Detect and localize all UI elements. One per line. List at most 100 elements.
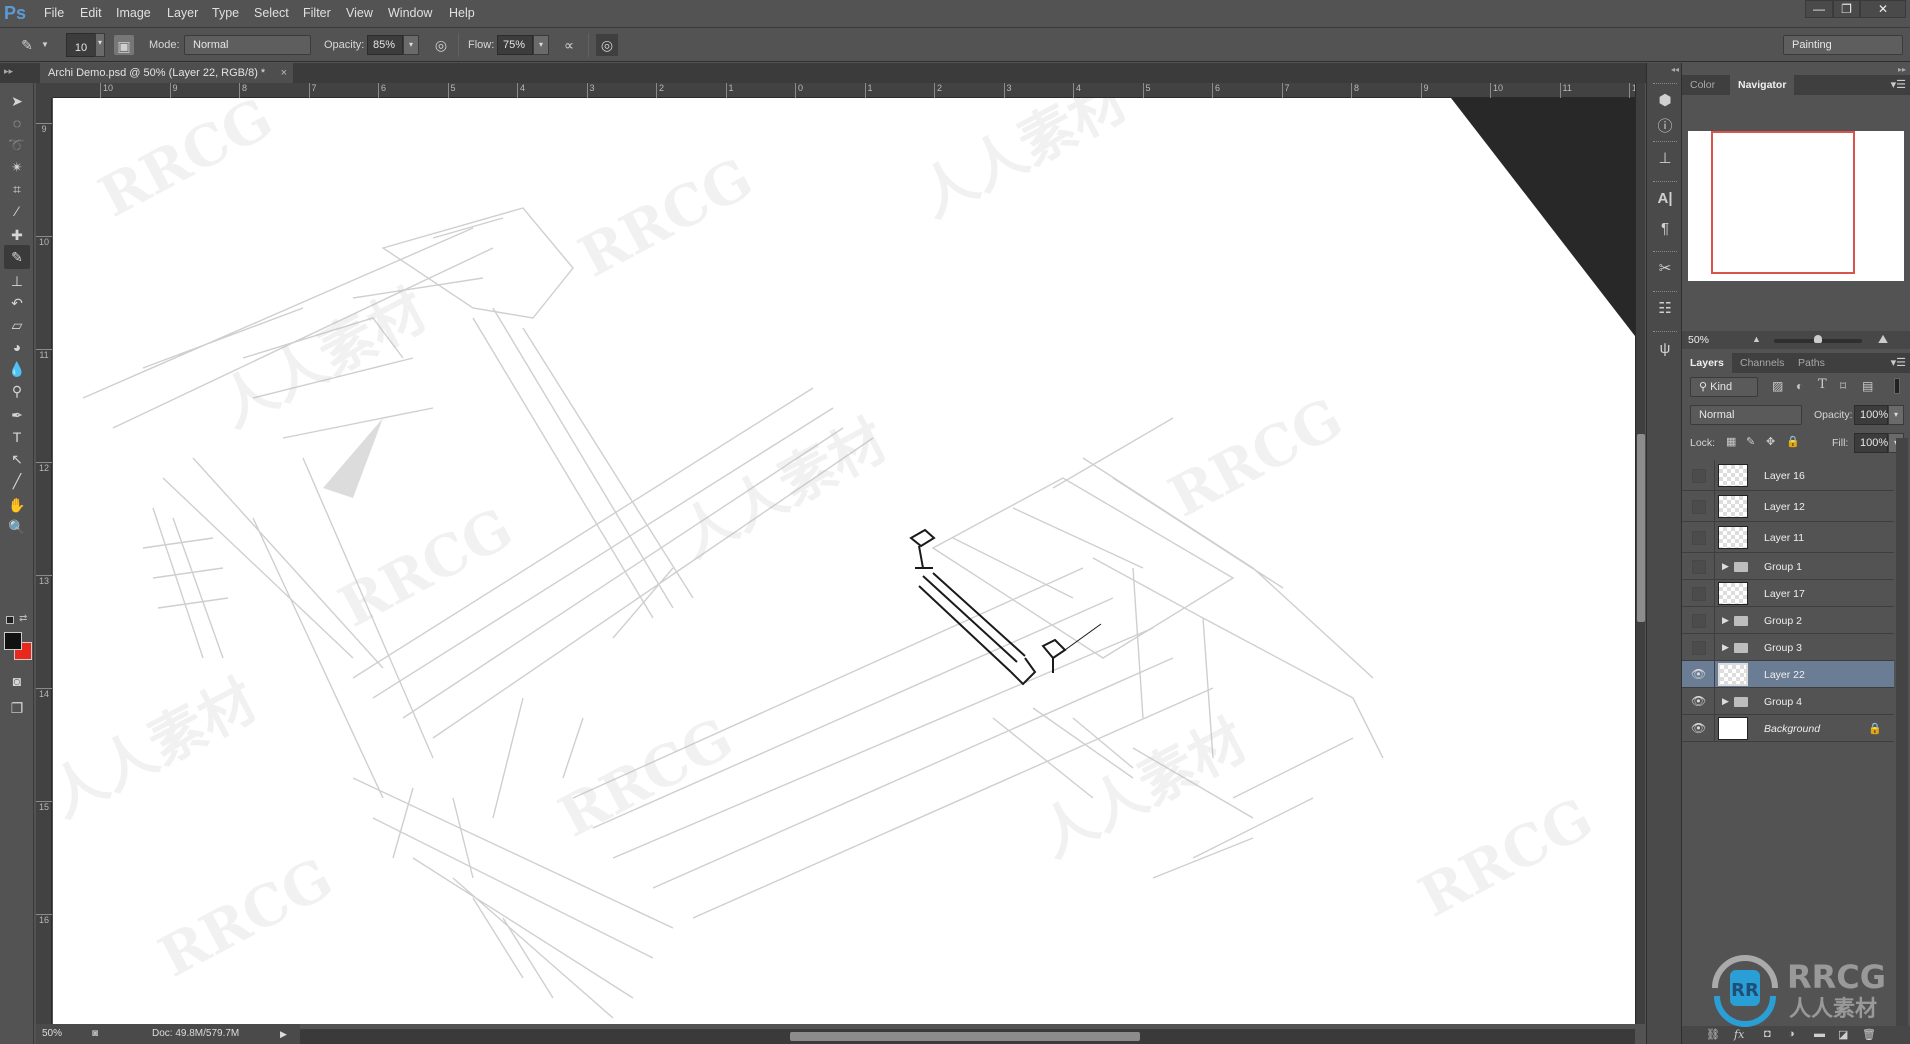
navigator-zoom-slider[interactable] [1774, 335, 1862, 343]
navigator-view-box[interactable] [1711, 131, 1855, 274]
pen-tool[interactable]: ✒ [4, 403, 30, 427]
paragraph-icon[interactable]: ¶ [1653, 217, 1677, 241]
visibility-toggle[interactable] [1692, 560, 1706, 574]
visibility-toggle[interactable] [1692, 500, 1706, 514]
pressure-opacity-icon[interactable]: ◎ [430, 34, 452, 56]
panel-grip[interactable] [1653, 181, 1677, 183]
line-tool[interactable]: ╱ [4, 469, 30, 493]
eye-icon[interactable]: 👁 [1691, 667, 1706, 681]
dodge-tool[interactable]: ⚲ [4, 379, 30, 403]
panel-grip[interactable] [1653, 141, 1677, 143]
menu-type[interactable]: Type [212, 6, 239, 20]
brush-tool[interactable]: ✎ [4, 245, 30, 269]
opacity-dropdown[interactable]: ▾ [403, 35, 419, 55]
airbrush-icon[interactable]: ∝ [558, 34, 580, 56]
brush-panel-toggle-icon[interactable]: ▣ [114, 35, 134, 55]
expand-group-icon[interactable]: ▶ [1722, 642, 1729, 653]
restore-button[interactable]: ❐ [1833, 0, 1860, 18]
vertical-scrollbar[interactable] [1635, 83, 1645, 1024]
eye-icon[interactable]: 👁 [1691, 721, 1706, 735]
lock-transparent-icon[interactable]: ▦ [1726, 435, 1736, 448]
ruler-origin[interactable] [36, 83, 53, 98]
vertical-scrollbar-thumb[interactable] [1637, 434, 1645, 622]
eye-icon[interactable]: 👁 [1691, 694, 1706, 708]
lock-position-icon[interactable]: ✥ [1766, 435, 1775, 448]
filter-toggle[interactable] [1894, 378, 1900, 394]
pixel-filter-icon[interactable]: ▨ [1772, 379, 1783, 393]
healing-brush-tool[interactable]: ✚ [4, 223, 30, 247]
new-layer-icon[interactable]: ◪ [1838, 1028, 1848, 1041]
document-canvas[interactable]: RRCG RRCG 人人素材 人人素材 人人素材 RRCG RRCG 人人素材 … [53, 98, 1635, 1024]
visibility-toggle[interactable] [1692, 469, 1706, 483]
foreground-color-swatch[interactable] [4, 632, 22, 650]
menu-window[interactable]: Window [388, 6, 432, 20]
flow-dropdown[interactable]: ▾ [533, 35, 549, 55]
navigator-zoom-value[interactable]: 50% [1688, 334, 1709, 346]
history-icon[interactable]: ☷ [1653, 297, 1677, 321]
fill-field[interactable]: 100% [1854, 433, 1888, 453]
layer-row[interactable]: ▶ Group 2 [1682, 607, 1894, 634]
link-icon[interactable]: ⛓ [1706, 1028, 1720, 1041]
panel-grip[interactable] [1653, 251, 1677, 253]
default-colors-icon[interactable] [6, 616, 14, 624]
crop-tool[interactable]: ⌗ [4, 177, 30, 201]
layer-thumbnail[interactable] [1718, 717, 1748, 740]
lock-all-icon[interactable]: 🔒 [1786, 435, 1800, 448]
navigator-zoom-slider-knob[interactable] [1814, 335, 1822, 343]
blend-mode-select[interactable]: Normal [1690, 405, 1802, 425]
canvas-area[interactable]: RRCG RRCG 人人素材 人人素材 人人素材 RRCG RRCG 人人素材 … [53, 98, 1635, 1024]
layer-thumbnail[interactable] [1718, 495, 1748, 518]
layer-row[interactable]: ▶ Group 1 [1682, 553, 1894, 580]
eraser-tool[interactable]: ▱ [4, 313, 30, 337]
pressure-size-icon[interactable]: ◎ [596, 34, 618, 56]
navigator-preview[interactable] [1688, 131, 1904, 281]
menu-file[interactable]: File [44, 6, 64, 20]
layer-row[interactable]: 👁 Layer 22 [1682, 661, 1894, 688]
menu-select[interactable]: Select [254, 6, 289, 20]
zoom-level[interactable]: 50% [42, 1024, 62, 1044]
layer-opacity-field[interactable]: 100% [1854, 405, 1888, 425]
character-icon[interactable]: A| [1653, 187, 1677, 211]
minimize-button[interactable]: — [1805, 0, 1833, 18]
layer-thumbnail[interactable] [1718, 582, 1748, 605]
tab-channels[interactable]: Channels [1732, 353, 1792, 373]
visibility-toggle[interactable] [1692, 531, 1706, 545]
move-tool[interactable]: ➤ [4, 89, 30, 113]
panel-grip[interactable] [1653, 83, 1677, 85]
status-icon[interactable]: ◙ [92, 1024, 98, 1044]
collapse-dock-icon[interactable]: ◂◂ [1671, 65, 1679, 74]
close-button[interactable]: ✕ [1860, 0, 1906, 18]
tab-paths[interactable]: Paths [1790, 353, 1833, 373]
layer-thumbnail[interactable] [1718, 526, 1748, 549]
folder-icon[interactable]: ▬ [1814, 1028, 1825, 1040]
smart-object-filter-icon[interactable]: ▤ [1862, 379, 1873, 393]
brush-preset-icon[interactable]: ✎ [16, 34, 38, 56]
brush-presets-icon[interactable]: ψ [1653, 337, 1677, 361]
close-tab-icon[interactable]: × [281, 63, 287, 83]
menu-edit[interactable]: Edit [80, 6, 102, 20]
eyedropper-tool[interactable]: ⁄ [4, 199, 30, 223]
menu-image[interactable]: Image [116, 6, 151, 20]
paint-bucket-tool[interactable]: ◕ [4, 335, 30, 359]
opacity-field[interactable]: 85% [367, 35, 403, 55]
brush-size-dropdown[interactable]: ▾ [95, 33, 105, 57]
menu-layer[interactable]: Layer [167, 6, 198, 20]
visibility-toggle[interactable] [1692, 614, 1706, 628]
screen-mode-icon[interactable]: ❐ [4, 696, 30, 720]
expand-group-icon[interactable]: ▶ [1722, 615, 1729, 626]
lock-paint-icon[interactable]: ✎ [1746, 435, 1755, 448]
panel-menu-icon[interactable]: ▾☰ [1891, 78, 1906, 91]
tab-navigator[interactable]: Navigator [1730, 75, 1795, 95]
lasso-tool[interactable]: ➰ [4, 133, 30, 157]
workspace-select[interactable]: Painting [1783, 35, 1903, 55]
magic-wand-tool[interactable]: ✴ [4, 155, 30, 179]
layer-filter-kind[interactable]: ⚲ Kind [1690, 377, 1758, 397]
document-tab[interactable]: Archi Demo.psd @ 50% (Layer 22, RGB/8) *… [40, 63, 293, 83]
expand-panels-icon[interactable]: ▸▸ [1898, 65, 1906, 74]
layer-row[interactable]: Layer 11 [1682, 522, 1894, 553]
layer-row[interactable]: ▶ Group 3 [1682, 634, 1894, 661]
quick-mask-icon[interactable]: ◙ [4, 669, 30, 693]
hand-tool[interactable]: ✋ [4, 493, 30, 517]
info-icon[interactable]: ⓘ [1653, 115, 1677, 139]
3d-icon[interactable]: ⬢ [1653, 89, 1677, 113]
